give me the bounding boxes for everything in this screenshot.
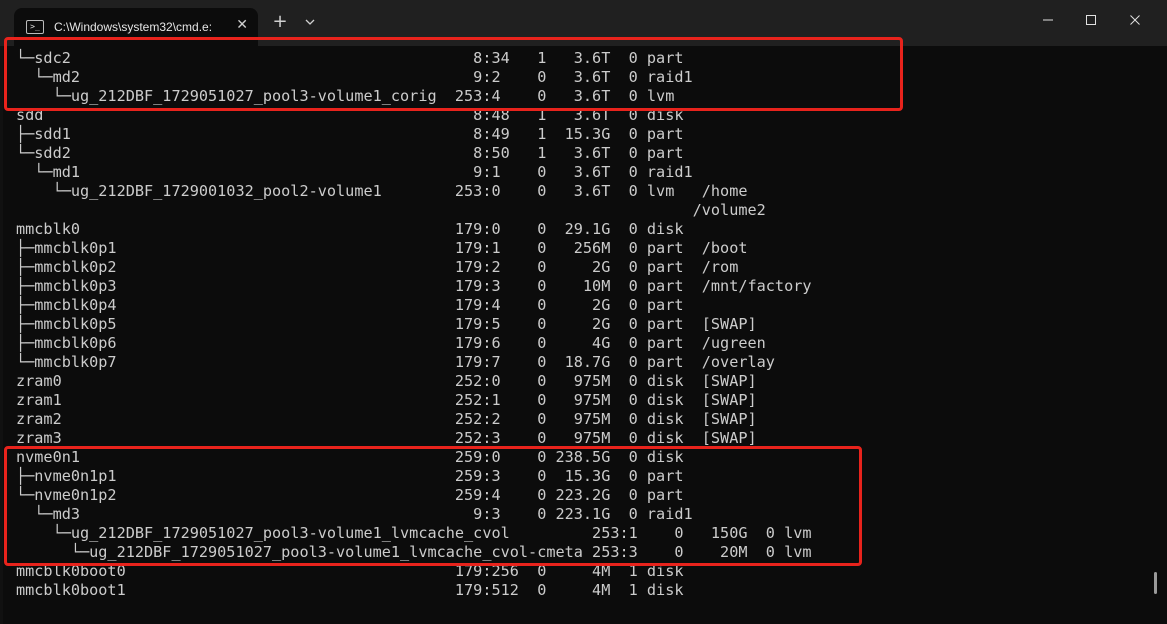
terminal-line: └─md1 9:1 0 3.6T 0 raid1 — [16, 163, 693, 181]
terminal-line: └─mmcblk0p7 179:7 0 18.7G 0 part /overla… — [16, 353, 775, 371]
terminal-line: └─ug_212DBF_1729051027_pool3-volume1_cor… — [16, 87, 675, 105]
terminal-line: ├─mmcblk0p2 179:2 0 2G 0 part /rom — [16, 258, 739, 276]
close-window-button[interactable] — [1112, 0, 1158, 40]
terminal-line: ├─mmcblk0p1 179:1 0 256M 0 part /boot — [16, 239, 748, 257]
terminal-line: nvme0n1 259:0 0 238.5G 0 disk — [16, 448, 684, 466]
title-bar: >_ C:\Windows\system32\cmd.e: ✕ + — [0, 0, 1167, 46]
terminal-line: └─md3 9:3 0 223.1G 0 raid1 — [16, 505, 693, 523]
terminal-line: ├─mmcblk0p5 179:5 0 2G 0 part [SWAP] — [16, 315, 757, 333]
tab-title: C:\Windows\system32\cmd.e: — [54, 20, 213, 34]
chevron-down-icon — [305, 19, 315, 25]
terminal-line: mmcblk0boot1 179:512 0 4M 1 disk — [16, 581, 684, 599]
terminal-line: /volume2 — [16, 201, 766, 219]
tab-dropdown-button[interactable] — [302, 14, 318, 30]
terminal-line: └─sdc2 8:34 1 3.6T 0 part — [16, 49, 684, 67]
maximize-button[interactable] — [1068, 0, 1114, 40]
new-tab-button[interactable]: + — [270, 13, 290, 31]
terminal-line: sdd 8:48 1 3.6T 0 disk — [16, 106, 684, 124]
maximize-icon — [1086, 15, 1096, 25]
terminal-line: zram3 252:3 0 975M 0 disk [SWAP] — [16, 429, 757, 447]
terminal-line: └─nvme0n1p2 259:4 0 223.2G 0 part — [16, 486, 684, 504]
window-edge — [0, 46, 3, 624]
cmd-icon: >_ — [26, 20, 44, 34]
terminal-line: └─ug_212DBF_1729001032_pool2-volume1 253… — [16, 182, 748, 200]
terminal-line: ├─sdd1 8:49 1 15.3G 0 part — [16, 125, 684, 143]
terminal-line: ├─nvme0n1p1 259:3 0 15.3G 0 part — [16, 467, 684, 485]
close-tab-icon[interactable]: ✕ — [236, 17, 248, 33]
terminal-line: zram1 252:1 0 975M 0 disk [SWAP] — [16, 391, 757, 409]
terminal-line: ├─mmcblk0p6 179:6 0 4G 0 part /ugreen — [16, 334, 766, 352]
terminal-line: mmcblk0 179:0 0 29.1G 0 disk — [16, 220, 684, 238]
scrollbar-thumb[interactable] — [1154, 572, 1157, 594]
terminal-line: ├─mmcblk0p4 179:4 0 2G 0 part — [16, 296, 684, 314]
terminal-tab[interactable]: >_ C:\Windows\system32\cmd.e: ✕ — [14, 8, 258, 46]
terminal-line: zram2 252:2 0 975M 0 disk [SWAP] — [16, 410, 757, 428]
terminal-line: └─ug_212DBF_1729051027_pool3-volume1_lvm… — [16, 543, 812, 561]
terminal-line: └─md2 9:2 0 3.6T 0 raid1 — [16, 68, 693, 86]
terminal-line: └─ug_212DBF_1729051027_pool3-volume1_lvm… — [16, 524, 812, 542]
terminal-line: zram0 252:0 0 975M 0 disk [SWAP] — [16, 372, 757, 390]
terminal-output[interactable]: └─sdc2 8:34 1 3.6T 0 part └─md2 9:2 0 3.… — [16, 49, 1146, 619]
minimize-icon — [1043, 19, 1053, 21]
terminal-line: ├─mmcblk0p3 179:3 0 10M 0 part /mnt/fact… — [16, 277, 812, 295]
minimize-button[interactable] — [1025, 0, 1071, 40]
terminal-line: mmcblk0boot0 179:256 0 4M 1 disk — [16, 562, 684, 580]
close-icon — [1130, 15, 1140, 25]
terminal-line: └─sdd2 8:50 1 3.6T 0 part — [16, 144, 684, 162]
